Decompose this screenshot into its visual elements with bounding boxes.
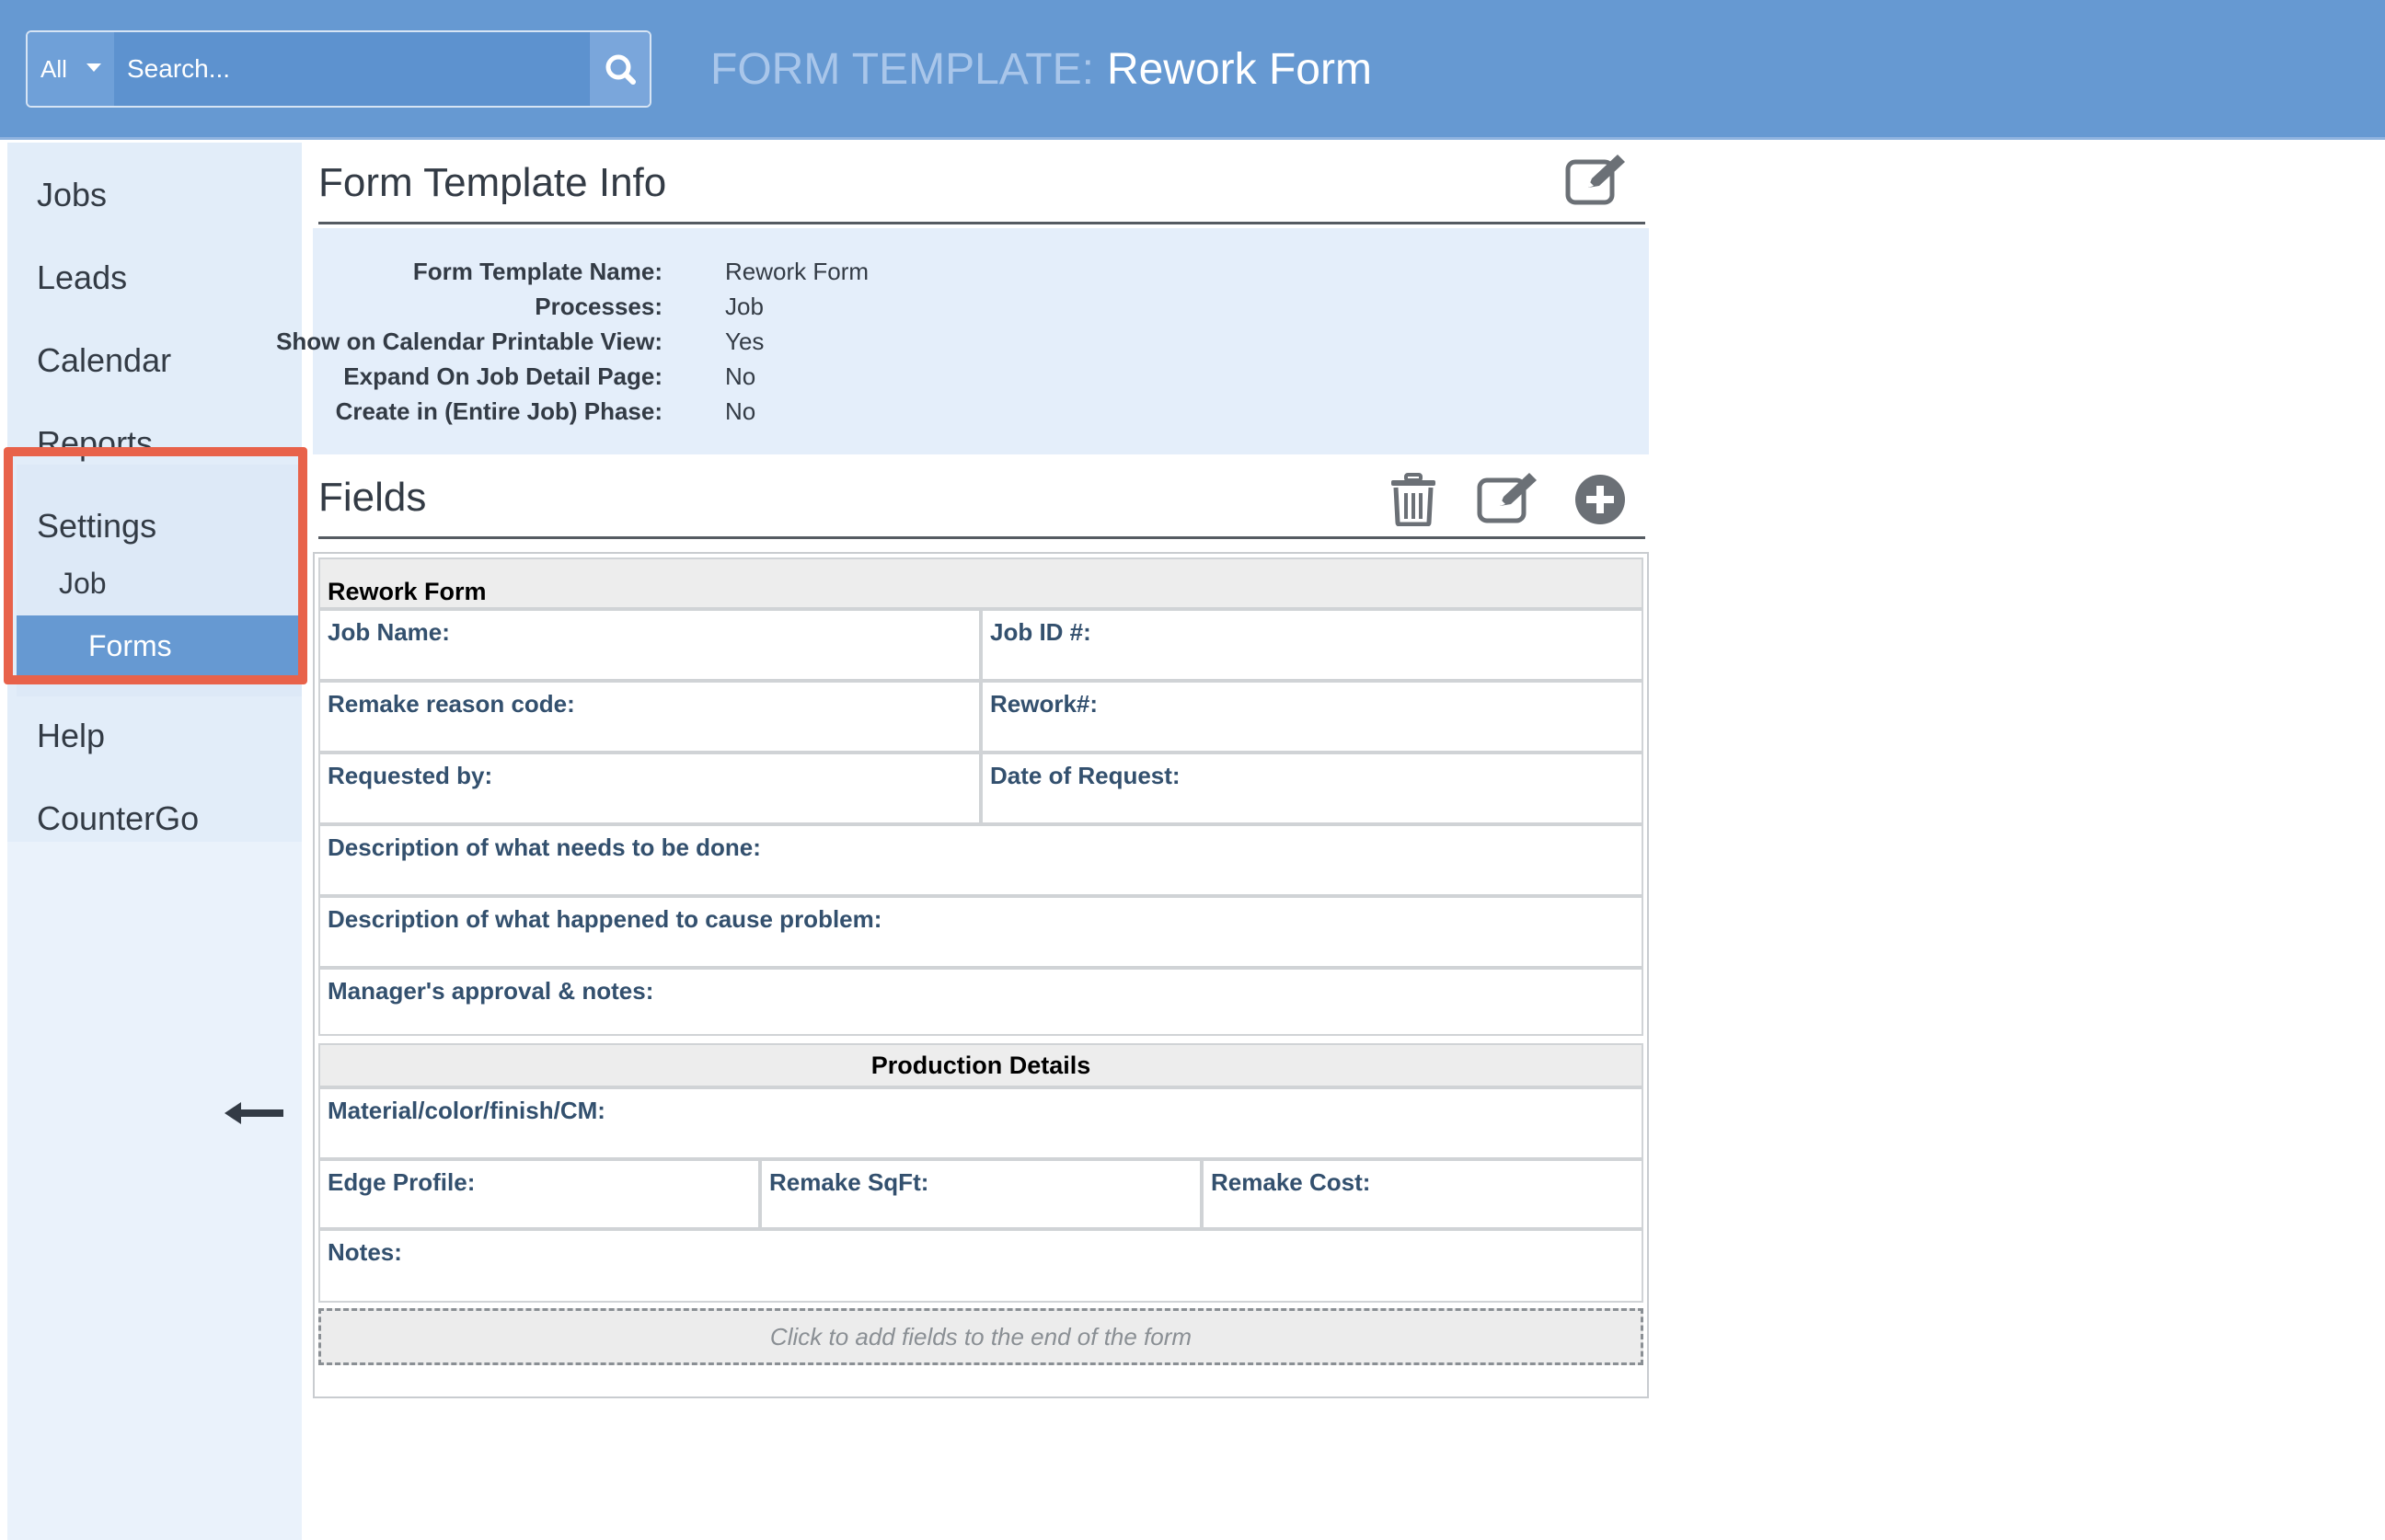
edit-info-icon[interactable] [1564,153,1629,206]
collapse-sidebar-arrow-icon[interactable] [225,1099,283,1127]
edit-fields-icon[interactable] [1476,471,1540,524]
info-value: Yes [725,328,765,355]
settings-highlight-box [4,447,307,684]
field-material-color[interactable]: Material/color/finish/CM: [318,1087,1643,1159]
info-value: No [725,397,756,425]
field-manager-approval[interactable]: Manager's approval & notes: [318,968,1643,1036]
field-job-id[interactable]: Job ID #: [981,609,1643,681]
info-section-title: Form Template Info [318,160,667,205]
search-scope-dropdown[interactable]: All [28,32,114,106]
field-remake-sqft[interactable]: Remake SqFt: [760,1159,1202,1229]
field-job-name[interactable]: Job Name: [318,609,981,681]
info-value: Rework Form [725,258,870,285]
field-remake-reason-code[interactable]: Remake reason code: [318,681,981,753]
info-label: Show on Calendar Printable View: [276,328,662,355]
search-input[interactable] [114,32,616,106]
page-title-prefix: FORM TEMPLATE: [710,45,1094,94]
form-title: Rework Form [318,557,1643,609]
field-date-of-request[interactable]: Date of Request: [981,753,1643,824]
field-edge-profile[interactable]: Edge Profile: [318,1159,760,1229]
info-row: Show on Calendar Printable View: Yes [276,328,1649,362]
caret-down-icon [86,63,101,72]
add-fields-dropzone[interactable]: Click to add fields to the end of the fo… [318,1308,1643,1365]
page-title-name: Rework Form [1106,45,1372,94]
info-row: Processes: Job [313,293,1649,328]
info-row: Form Template Name: Rework Form [313,258,1649,293]
field-description-cause[interactable]: Description of what happened to cause pr… [318,896,1643,968]
search-icon [605,54,636,85]
search-scope-label: All [40,55,67,83]
info-label: Expand On Job Detail Page: [343,362,662,390]
trash-icon[interactable] [1389,473,1437,526]
search-button[interactable] [589,32,650,106]
field-notes[interactable]: Notes: [318,1229,1643,1303]
sidebar-item-leads[interactable]: Leads [7,236,302,319]
page-title: FORM TEMPLATE: Rework Form [710,40,1372,99]
top-bar: All FORM TEMPLATE:Rework Form [0,0,2385,140]
info-label: Form Template Name: [412,258,662,285]
field-description-needed[interactable]: Description of what needs to be done: [318,824,1643,896]
add-field-plus-icon[interactable] [1573,473,1627,526]
info-label: Processes: [535,293,662,320]
info-value: No [725,362,756,390]
sidebar-item-calendar[interactable]: Calendar [7,319,302,402]
sidebar-item-jobs[interactable]: Jobs [7,154,302,236]
sidebar-item-countergo[interactable]: CounterGo [7,777,302,860]
production-details-header: Production Details [318,1043,1643,1087]
field-remake-cost[interactable]: Remake Cost: [1202,1159,1643,1229]
info-panel: Form Template Name: Rework Form Processe… [276,228,1649,454]
info-row: Create in (Entire Job) Phase: No [313,397,1649,432]
sidebar: Jobs Leads Calendar Reports Settings Job… [7,143,302,1540]
field-rework-number[interactable]: Rework#: [981,681,1643,753]
info-label: Create in (Entire Job) Phase: [335,397,662,425]
info-row: Expand On Job Detail Page: No [313,362,1649,397]
info-section-header: Form Template Info [318,147,1645,224]
fields-section-title: Fields [318,475,427,520]
search-box: All [26,30,651,108]
field-requested-by[interactable]: Requested by: [318,753,981,824]
sidebar-item-help[interactable]: Help [7,695,302,777]
info-value: Job [725,293,764,320]
fields-section-header: Fields [318,460,1645,539]
